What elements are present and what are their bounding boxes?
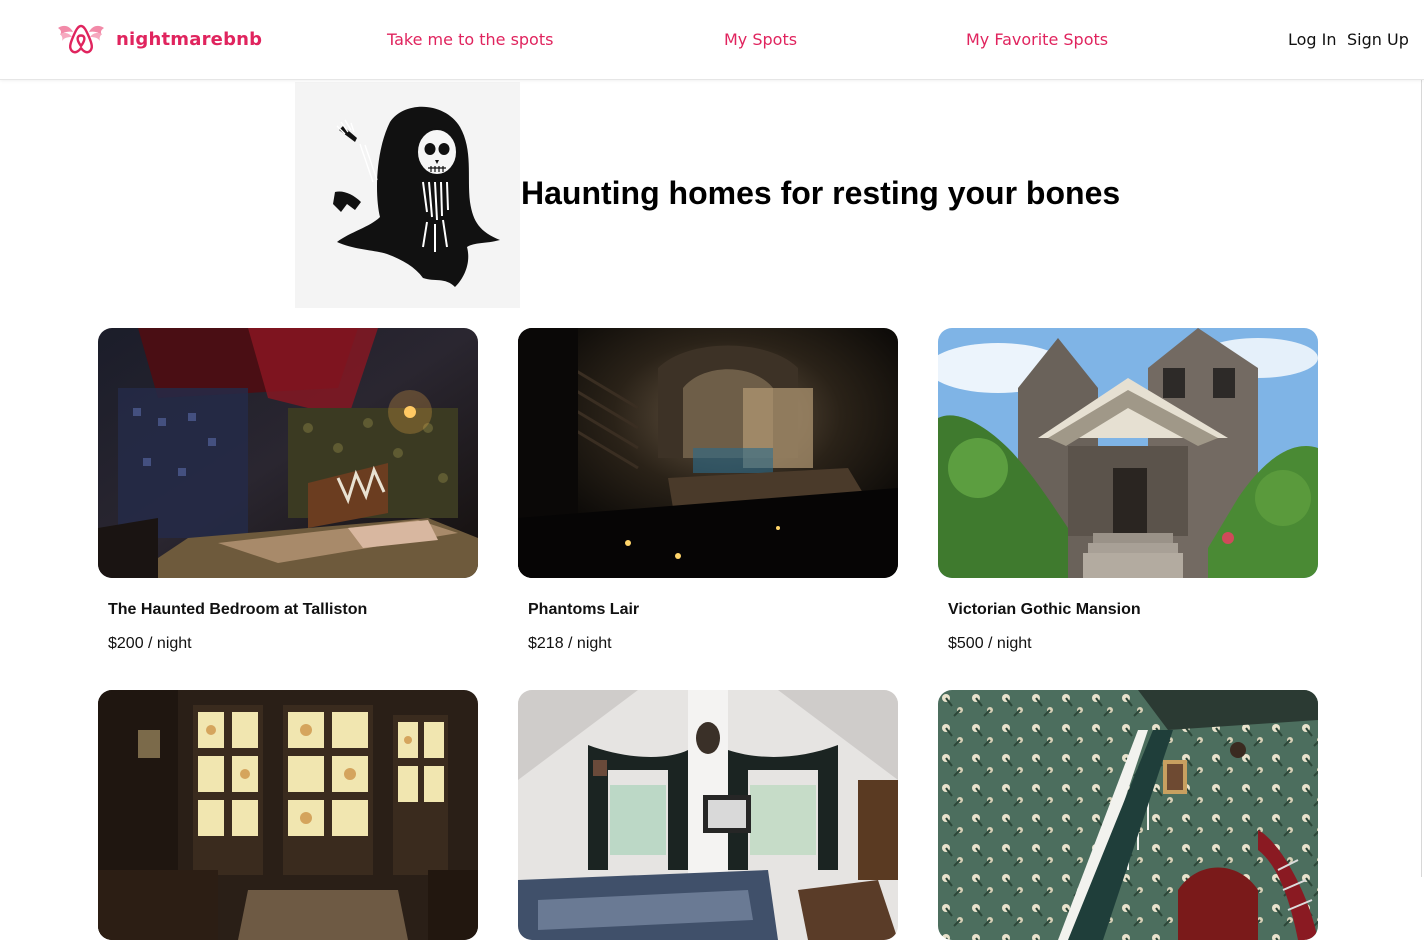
spot-name[interactable]: The Haunted Bedroom at Talliston	[108, 601, 367, 619]
spot-card[interactable]	[938, 690, 1318, 940]
spot-card[interactable]: The Haunted Bedroom at Talliston $200 / …	[98, 328, 478, 652]
nav-link-my-spots[interactable]: My Spots	[724, 30, 797, 49]
spot-name[interactable]: Phantoms Lair	[528, 601, 639, 619]
spot-price: $500 / night	[948, 635, 1032, 652]
brand-name: nightmarebnb	[116, 28, 263, 50]
spot-card[interactable]	[98, 690, 478, 940]
login-button[interactable]: Log In	[1288, 30, 1337, 49]
signup-button[interactable]: Sign Up	[1347, 30, 1409, 49]
spot-card[interactable]: Phantoms Lair $218 / night	[518, 328, 898, 652]
dark-ornate-bedroom-photo	[98, 328, 478, 578]
home-logo-link[interactable]: nightmarebnb	[56, 20, 262, 58]
hero-tagline: Haunting homes for resting your bones	[521, 175, 1121, 211]
attic-bedroom-photo	[518, 690, 898, 940]
stained-glass-room-photo	[98, 690, 478, 940]
nav-link-spots[interactable]: Take me to the spots	[387, 30, 553, 49]
spot-price: $200 / night	[108, 635, 192, 652]
gothic-mansion-porch-photo	[938, 328, 1318, 578]
spot-card[interactable]: Victorian Gothic Mansion $500 / night	[938, 328, 1318, 652]
grim-reaper-illustration	[295, 82, 520, 308]
top-navbar: nightmarebnb Take me to the spots My Spo…	[0, 0, 1424, 80]
winged-airbnb-logo-icon	[58, 24, 104, 54]
spot-card[interactable]	[518, 690, 898, 940]
spot-price: $218 / night	[528, 635, 612, 652]
page-scrollbar-track[interactable]	[1421, 80, 1422, 877]
dim-stone-lair-photo	[518, 328, 898, 578]
floral-wallpaper-staircase-photo	[938, 690, 1318, 940]
nav-link-favorite-spots[interactable]: My Favorite Spots	[966, 30, 1108, 49]
spot-name[interactable]: Victorian Gothic Mansion	[948, 601, 1141, 619]
